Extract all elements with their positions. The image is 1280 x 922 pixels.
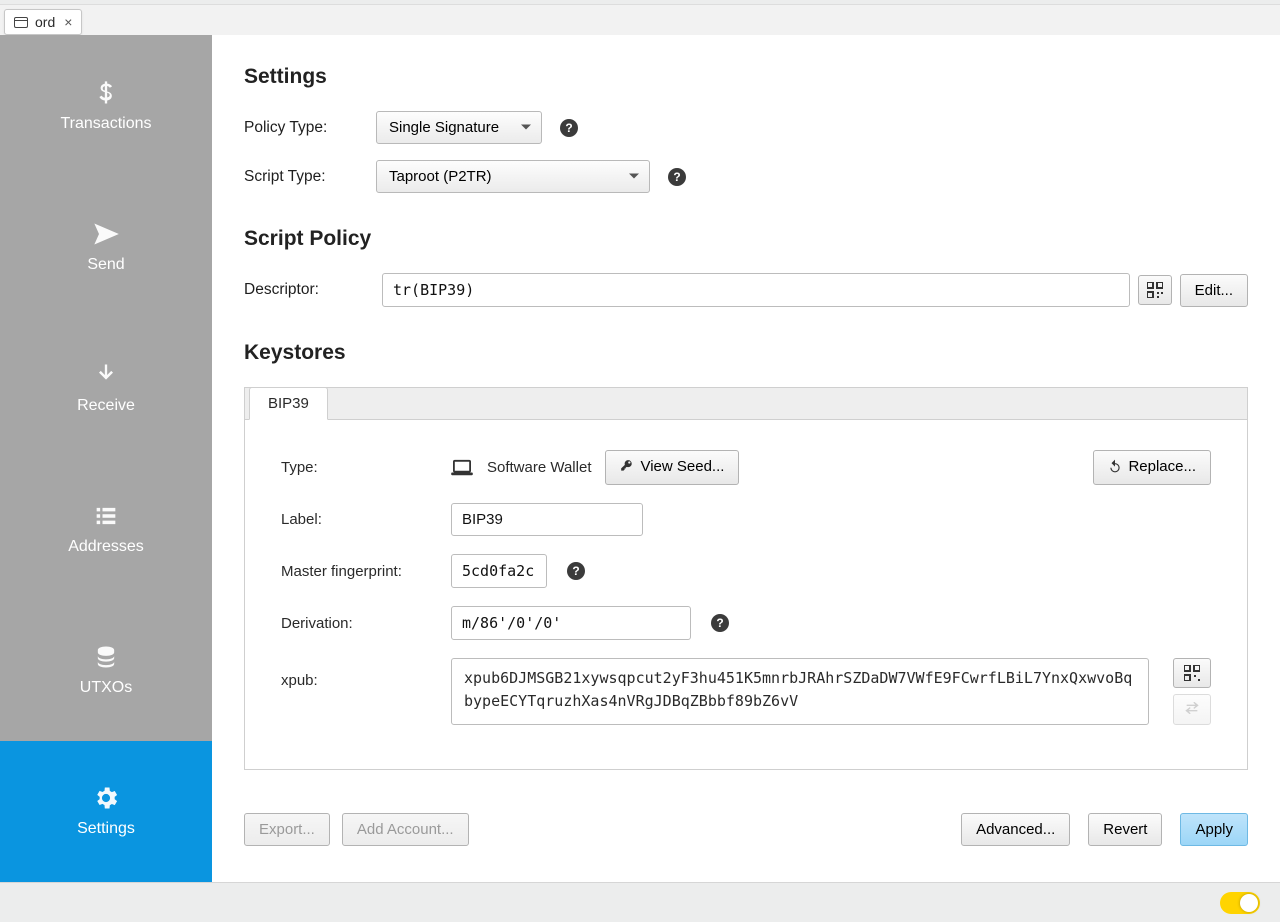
revert-button[interactable]: Revert xyxy=(1088,813,1162,846)
export-button: Export... xyxy=(244,813,330,846)
ks-fingerprint-input[interactable] xyxy=(451,554,547,588)
help-icon[interactable]: ? xyxy=(711,614,729,632)
policy-type-select[interactable]: Single Signature xyxy=(376,111,542,144)
coins-icon xyxy=(92,643,120,671)
ks-xpub-value[interactable]: xpub6DJMSGB21xywsqpcut2yF3hu451K5mnrbJRA… xyxy=(451,658,1149,725)
ks-type-value: Software Wallet xyxy=(487,459,591,476)
sidebar-item-label: Receive xyxy=(77,397,135,415)
xpub-qr-button[interactable] xyxy=(1173,658,1211,688)
sidebar-item-send[interactable]: Send xyxy=(0,176,212,317)
action-bar: Export... Add Account... Advanced... Rev… xyxy=(244,813,1248,846)
ks-xpub-label: xpub: xyxy=(281,658,451,689)
ks-label-label: Label: xyxy=(281,511,451,528)
window-tabstrip: ord × xyxy=(0,5,1280,35)
help-icon[interactable]: ? xyxy=(560,119,578,137)
advanced-button[interactable]: Advanced... xyxy=(961,813,1070,846)
ks-derivation-input[interactable] xyxy=(451,606,691,640)
list-icon xyxy=(92,502,120,530)
sidebar-item-label: Settings xyxy=(77,820,135,838)
view-seed-button[interactable]: View Seed... xyxy=(605,450,739,485)
bitcoin-icon xyxy=(92,79,120,107)
undo-icon xyxy=(1108,459,1122,477)
qr-icon xyxy=(1184,665,1200,681)
wallet-icon xyxy=(14,17,28,28)
sidebar-item-receive[interactable]: Receive xyxy=(0,317,212,458)
keystore-tab-bip39[interactable]: BIP39 xyxy=(249,387,328,420)
sidebar-item-utxos[interactable]: UTXOs xyxy=(0,600,212,741)
script-policy-heading: Script Policy xyxy=(244,227,1248,251)
descriptor-input[interactable] xyxy=(382,273,1130,307)
sidebar-item-transactions[interactable]: Transactions xyxy=(0,35,212,176)
sidebar-item-label: Send xyxy=(87,256,124,274)
sidebar-item-label: Transactions xyxy=(61,115,152,133)
close-icon[interactable]: × xyxy=(62,15,74,29)
receive-icon xyxy=(92,361,120,389)
ks-fingerprint-label: Master fingerprint: xyxy=(281,563,451,580)
send-icon xyxy=(92,220,120,248)
script-type-label: Script Type: xyxy=(244,168,376,186)
wallet-tab[interactable]: ord × xyxy=(4,9,82,35)
key-icon xyxy=(620,459,634,477)
qr-icon xyxy=(1147,282,1163,298)
ks-type-label: Type: xyxy=(281,459,451,476)
descriptor-label: Descriptor: xyxy=(244,281,382,299)
sidebar-item-label: Addresses xyxy=(68,538,144,556)
descriptor-qr-button[interactable] xyxy=(1138,275,1172,305)
keystores-panel: BIP39 Type: Software Wallet View Seed... xyxy=(244,387,1248,770)
status-bar xyxy=(0,882,1280,922)
connection-toggle[interactable] xyxy=(1220,892,1260,914)
settings-heading: Settings xyxy=(244,65,1248,89)
apply-button[interactable]: Apply xyxy=(1180,813,1248,846)
sidebar-item-settings[interactable]: Settings xyxy=(0,741,212,882)
add-account-button: Add Account... xyxy=(342,813,469,846)
swap-icon xyxy=(1184,701,1200,718)
script-type-select[interactable]: Taproot (P2TR) xyxy=(376,160,650,193)
ks-derivation-label: Derivation: xyxy=(281,615,451,632)
keystores-heading: Keystores xyxy=(244,341,1248,365)
descriptor-edit-button[interactable]: Edit... xyxy=(1180,274,1248,307)
wallet-tab-label: ord xyxy=(35,14,55,30)
sidebar-item-addresses[interactable]: Addresses xyxy=(0,459,212,600)
sidebar-item-label: UTXOs xyxy=(80,679,132,697)
settings-panel: Settings Policy Type: Single Signature ?… xyxy=(212,35,1280,882)
help-icon[interactable]: ? xyxy=(567,562,585,580)
help-icon[interactable]: ? xyxy=(668,168,686,186)
ks-label-input[interactable] xyxy=(451,503,643,536)
replace-keystore-button[interactable]: Replace... xyxy=(1093,450,1211,485)
sidebar: Transactions Send Receive Addresses UTXO… xyxy=(0,35,212,882)
xpub-swap-button xyxy=(1173,694,1211,725)
laptop-icon xyxy=(451,459,473,477)
gear-icon xyxy=(92,784,120,812)
policy-type-label: Policy Type: xyxy=(244,119,376,137)
